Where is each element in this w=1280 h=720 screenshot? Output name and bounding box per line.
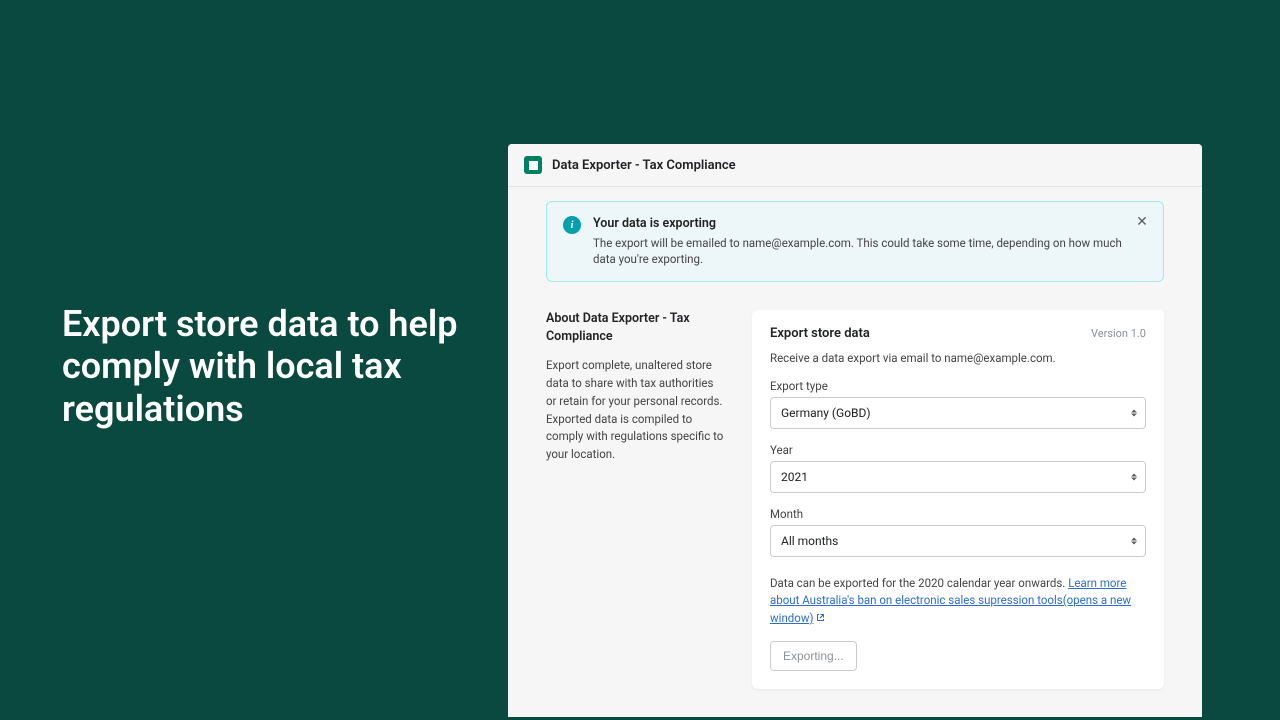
info-banner: i Your data is exporting The export will… xyxy=(546,201,1164,282)
month-select[interactable]: All months xyxy=(770,525,1146,557)
export-type-value: Germany (GoBD) xyxy=(781,406,871,420)
about-section: About Data Exporter - Tax Compliance Exp… xyxy=(546,310,726,689)
chevron-updown-icon xyxy=(1131,538,1137,545)
close-icon[interactable]: ✕ xyxy=(1133,212,1151,230)
app-title: Data Exporter - Tax Compliance xyxy=(552,158,736,173)
export-note: Data can be exported for the 2020 calend… xyxy=(770,575,1146,627)
about-text: Export complete, unaltered store data to… xyxy=(546,357,726,464)
month-value: All months xyxy=(781,534,838,548)
version-label: Version 1.0 xyxy=(1091,327,1146,340)
app-window: Data Exporter - Tax Compliance i Your da… xyxy=(508,144,1202,717)
app-logo-icon xyxy=(524,156,542,174)
chevron-updown-icon xyxy=(1131,474,1137,481)
export-type-select[interactable]: Germany (GoBD) xyxy=(770,397,1146,429)
year-select[interactable]: 2021 xyxy=(770,461,1146,493)
export-type-label: Export type xyxy=(770,379,1146,393)
chevron-updown-icon xyxy=(1131,410,1137,417)
info-icon: i xyxy=(563,216,581,234)
about-title: About Data Exporter - Tax Compliance xyxy=(546,310,726,345)
note-prefix: Data can be exported for the 2020 calend… xyxy=(770,576,1068,590)
external-link-icon xyxy=(816,613,825,622)
year-value: 2021 xyxy=(781,470,808,484)
banner-text: The export will be emailed to name@examp… xyxy=(593,235,1147,267)
month-label: Month xyxy=(770,507,1146,521)
banner-title: Your data is exporting xyxy=(593,216,1147,231)
card-title: Export store data xyxy=(770,326,870,341)
year-label: Year xyxy=(770,443,1146,457)
export-card: Export store data Version 1.0 Receive a … xyxy=(752,310,1164,689)
card-subtext: Receive a data export via email to name@… xyxy=(770,351,1146,365)
hero-headline: Export store data to help comply with lo… xyxy=(62,303,462,430)
export-button[interactable]: Exporting... xyxy=(770,641,857,671)
app-header: Data Exporter - Tax Compliance xyxy=(508,144,1202,187)
